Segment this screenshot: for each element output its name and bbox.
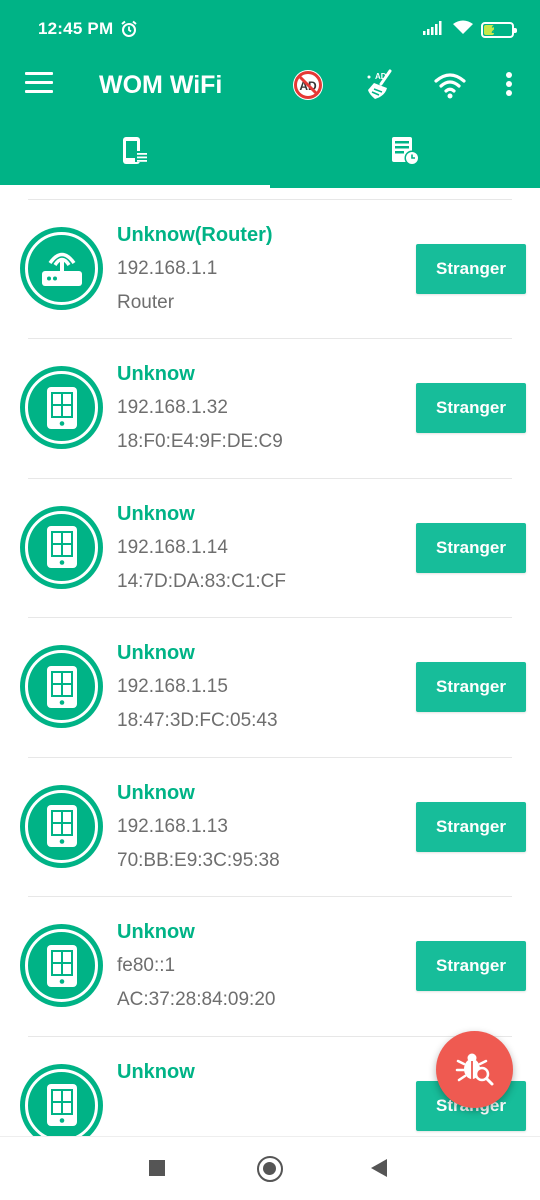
device-row[interactable]: Unknow 192.168.1.15 18:47:3D:FC:05:43 Stran… xyxy=(0,618,540,758)
app-bar: WOM WiFi AD AD xyxy=(0,58,540,118)
device-detail: 18:47:3D:FC:05:43 xyxy=(117,710,278,731)
device-ip: 192.168.1.13 xyxy=(117,815,228,837)
no-ads-icon[interactable]: AD xyxy=(291,68,325,102)
device-detail: 14:7D:DA:83:C1:CF xyxy=(117,570,286,592)
phone-list-icon xyxy=(119,135,151,172)
alarm-icon xyxy=(120,20,138,43)
bug-search-icon xyxy=(455,1047,495,1092)
wifi-icon[interactable] xyxy=(433,68,467,102)
signal-icon xyxy=(423,20,445,40)
stranger-button[interactable]: Stranger xyxy=(416,801,526,852)
more-options-icon[interactable] xyxy=(500,68,518,102)
menu-icon[interactable] xyxy=(25,72,53,98)
status-icons: 21 xyxy=(423,20,517,40)
phone-icon xyxy=(20,505,103,589)
scan-fab[interactable] xyxy=(436,1031,513,1108)
device-ip: 192.168.1.15 xyxy=(117,676,228,697)
phone-icon xyxy=(20,366,103,449)
device-history-icon xyxy=(389,135,421,172)
device-ip: 192.168.1.32 xyxy=(117,397,228,418)
tab-bar xyxy=(0,118,540,188)
battery-icon: 21 xyxy=(481,22,517,38)
stranger-button[interactable]: Stranger xyxy=(416,383,526,433)
phone-icon xyxy=(20,924,103,1007)
app-title: WOM WiFi xyxy=(99,71,223,99)
device-row[interactable]: Unknow(Router) 192.168.1.1 Router Stranger xyxy=(0,200,540,339)
device-name: Unknow xyxy=(117,781,195,804)
clean-ads-icon[interactable]: AD xyxy=(363,68,397,102)
device-row[interactable]: Unknow 192.168.1.13 70:BB:E9:3C:95:38 Stran… xyxy=(0,758,540,897)
device-list[interactable]: AndroidStranger Unknow(Router) 192.168.1.1… xyxy=(0,188,540,1136)
battery-level: 21 xyxy=(491,24,504,36)
device-detail: 18:F0:E4:9F:DE:C9 xyxy=(117,431,283,452)
stranger-button[interactable]: Stranger xyxy=(416,662,526,712)
recents-button[interactable] xyxy=(149,1160,165,1176)
phone-icon xyxy=(20,645,103,728)
device-row[interactable]: Unknowfe80::1AC:37:28:84:09:20 Stranger xyxy=(0,897,540,1037)
home-button[interactable] xyxy=(257,1156,283,1182)
device-name: Unknow xyxy=(117,363,195,385)
status-time: 12:45 PM xyxy=(38,19,114,38)
phone-icon xyxy=(20,784,103,868)
system-nav-bar xyxy=(0,1136,540,1200)
device-name: Unknow xyxy=(117,642,195,664)
tab-history[interactable] xyxy=(270,118,540,188)
wifi-status-icon xyxy=(453,20,473,40)
device-ip: 192.168.1.14 xyxy=(117,536,228,558)
device-detail: AC:37:28:84:09:20 xyxy=(117,989,276,1010)
device-row[interactable]: Unknow 192.168.1.32 18:F0:E4:9F:DE:C9 Stran… xyxy=(0,339,540,479)
device-row[interactable]: Unknow 192.168.1.14 14:7D:DA:83:C1:CF Stran… xyxy=(0,479,540,618)
device-detail: Router xyxy=(117,291,175,313)
device-name: Unknow(Router) xyxy=(117,223,273,246)
tab-devices[interactable] xyxy=(0,118,270,188)
device-name: Unknow xyxy=(117,1060,195,1083)
device-ip: 192.168.1.1 xyxy=(117,257,218,279)
device-ip: fe80::1 xyxy=(117,955,176,976)
stranger-button[interactable]: Stranger xyxy=(416,243,526,294)
stranger-button[interactable]: Stranger xyxy=(416,522,526,573)
device-detail: 70:BB:E9:3C:95:38 xyxy=(117,849,280,871)
back-button[interactable] xyxy=(371,1159,387,1177)
device-row[interactable]: AndroidStranger xyxy=(0,188,540,200)
status-bar: 12:45 PM 21 xyxy=(0,0,540,58)
device-name: Unknow xyxy=(117,921,195,943)
router-icon xyxy=(20,226,103,310)
device-name: Unknow xyxy=(117,502,195,525)
stranger-button[interactable]: Stranger xyxy=(416,941,526,991)
phone-icon xyxy=(20,1063,103,1136)
